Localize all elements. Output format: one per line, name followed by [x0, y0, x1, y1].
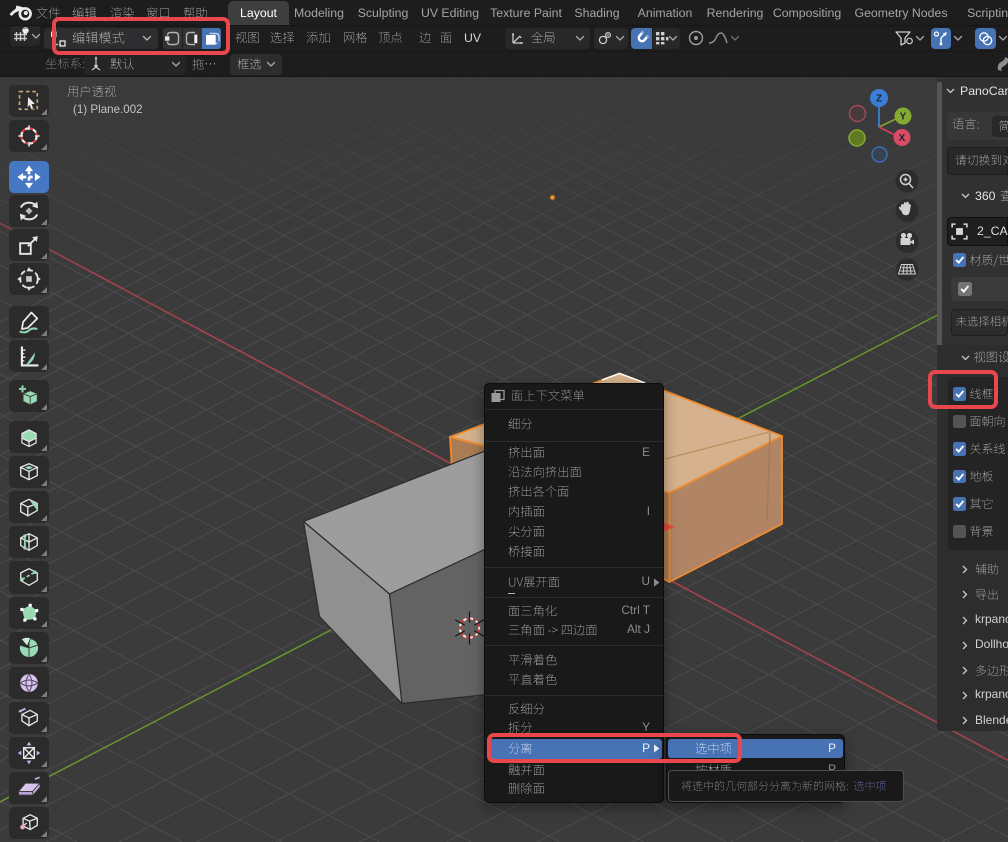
- svg-text:Y: Y: [900, 112, 907, 123]
- svg-text:X: X: [899, 133, 906, 144]
- svg-text:Z: Z: [876, 94, 882, 105]
